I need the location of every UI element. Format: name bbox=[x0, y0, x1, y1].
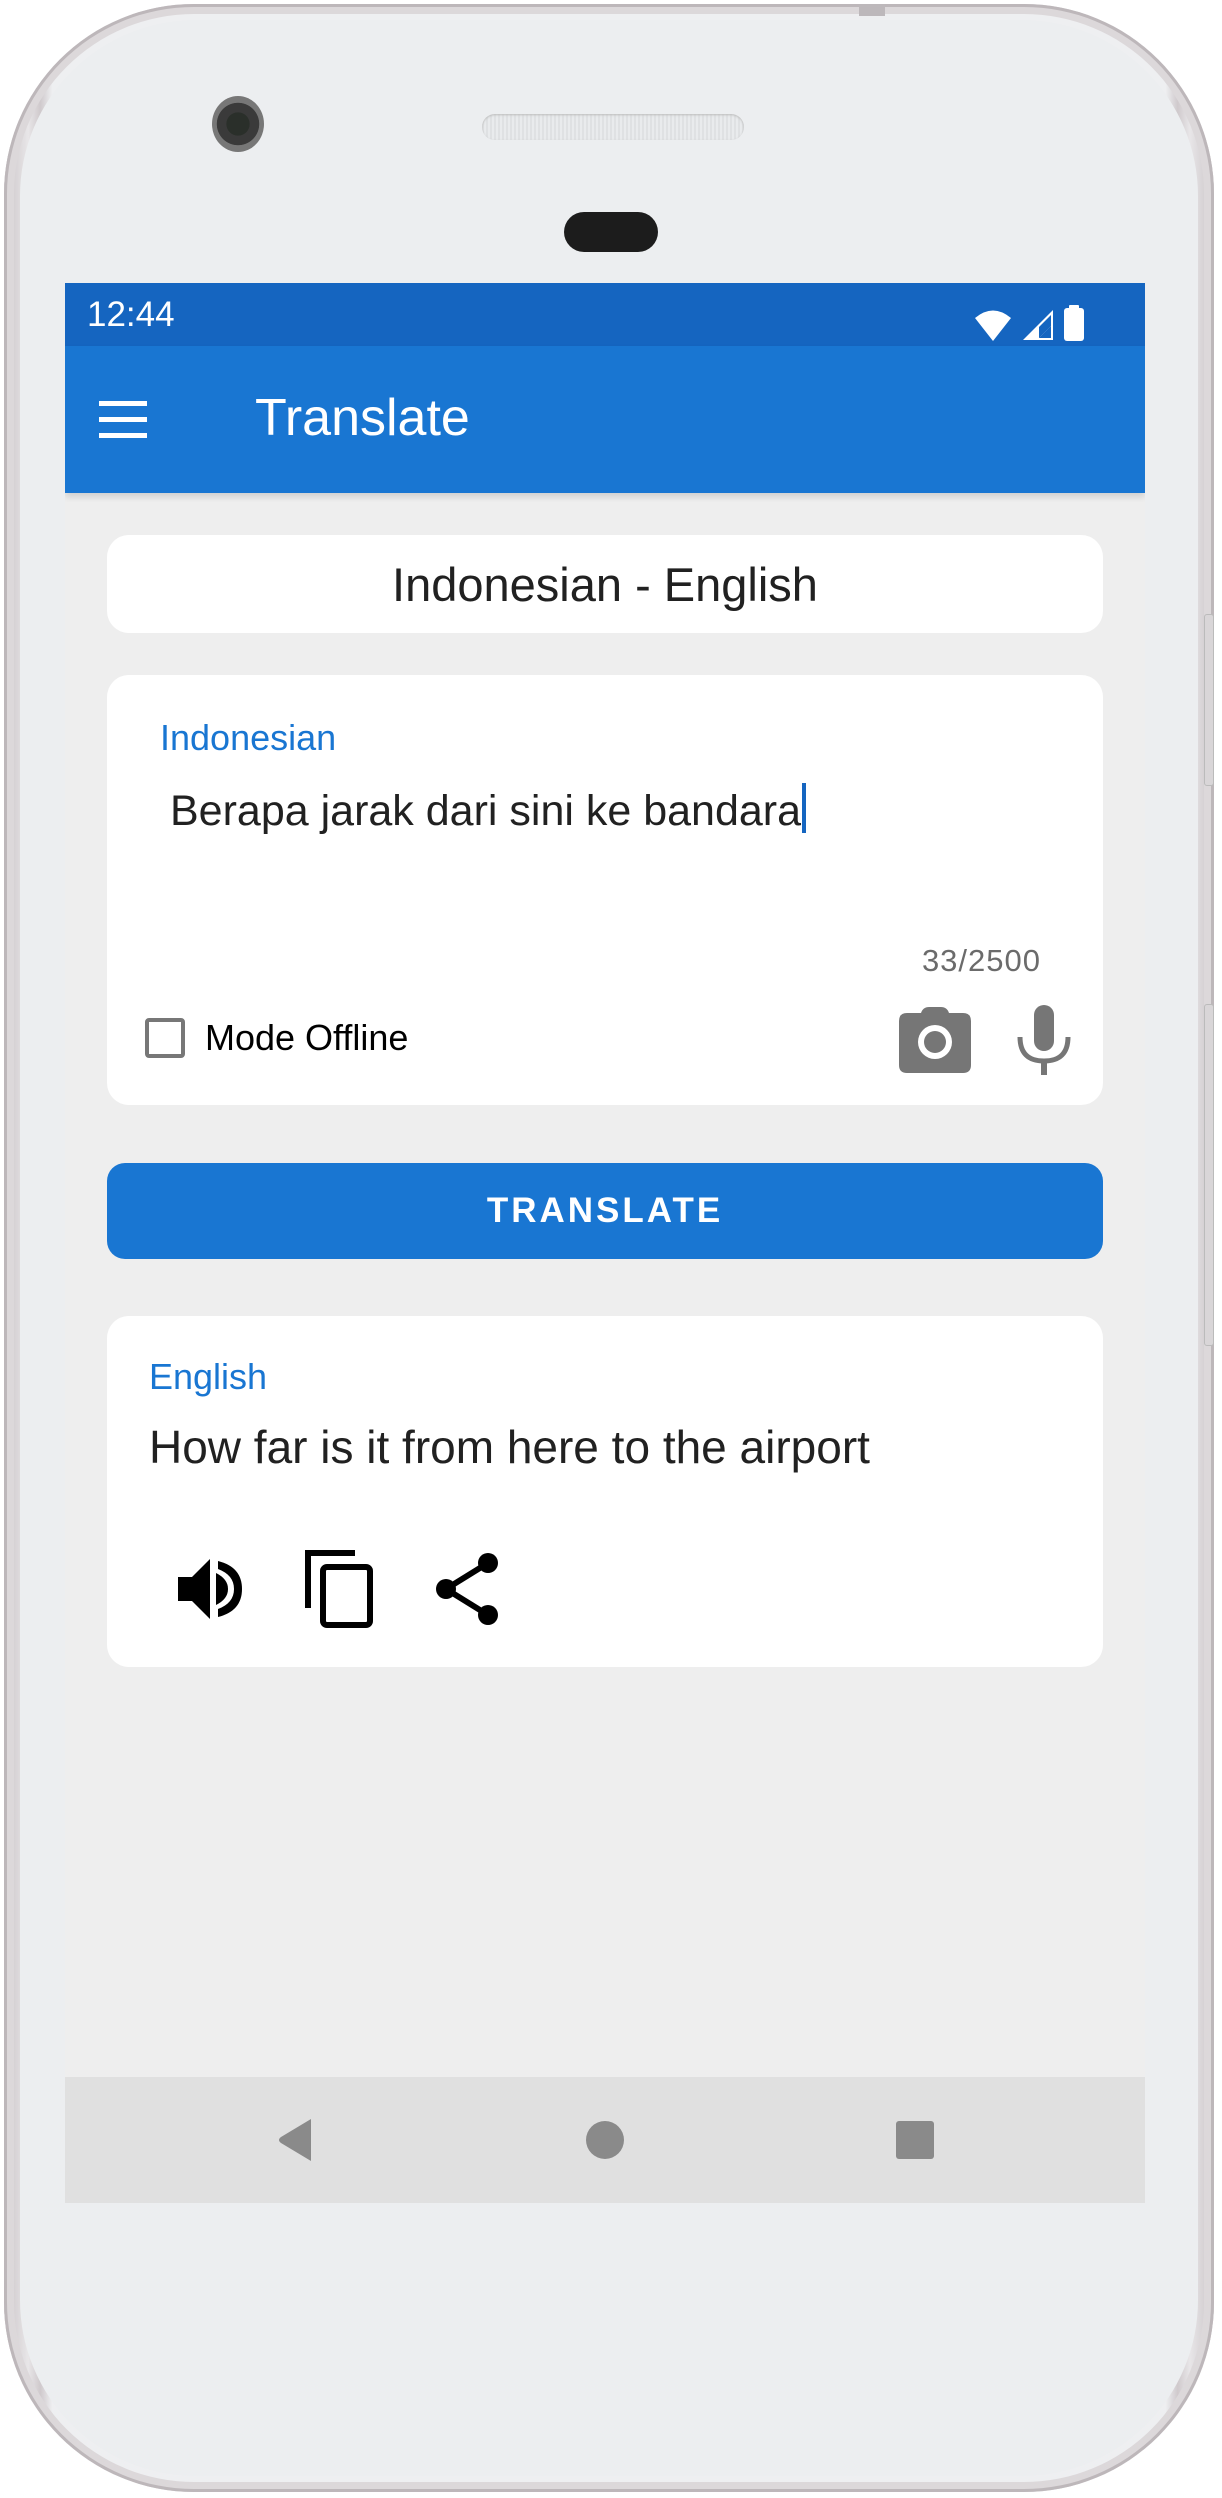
nav-back-button[interactable] bbox=[270, 2115, 320, 2165]
front-camera bbox=[212, 96, 264, 152]
toolbar-title: Translate bbox=[255, 389, 470, 447]
language-pair-selector[interactable]: Indonesian - English bbox=[107, 535, 1103, 633]
speaker-icon bbox=[178, 1559, 242, 1619]
camera-icon bbox=[899, 1007, 971, 1073]
home-circle-icon bbox=[586, 2121, 624, 2159]
menu-button[interactable] bbox=[95, 392, 151, 448]
system-nav-bar bbox=[65, 2077, 1145, 2203]
offline-mode-toggle[interactable]: Mode Offline bbox=[145, 1017, 408, 1059]
camera-button[interactable] bbox=[899, 1007, 971, 1073]
offline-mode-label: Mode Offline bbox=[205, 1017, 409, 1058]
microphone-button[interactable] bbox=[1017, 1005, 1071, 1075]
translated-text: How far is it from here to the airport bbox=[149, 1421, 870, 1473]
share-icon bbox=[436, 1553, 498, 1625]
status-time: 12:44 bbox=[87, 295, 175, 334]
nav-recents-button[interactable] bbox=[890, 2115, 940, 2165]
speak-button[interactable] bbox=[175, 1551, 247, 1627]
app-screen: 12:44 Translate Indonesian - English Ind… bbox=[65, 283, 1145, 2203]
hamburger-menu-icon bbox=[99, 401, 147, 438]
phone-volume-button bbox=[1204, 1004, 1214, 1346]
back-triangle-icon bbox=[279, 2119, 311, 2161]
status-bar: 12:44 bbox=[65, 283, 1145, 346]
nav-home-button[interactable] bbox=[580, 2115, 630, 2165]
output-actions bbox=[175, 1550, 503, 1628]
source-language-label: Indonesian bbox=[160, 717, 337, 758]
app-toolbar: Translate bbox=[65, 346, 1145, 493]
status-icons bbox=[973, 305, 1085, 341]
earpiece-speaker bbox=[482, 114, 744, 140]
translate-button[interactable]: TRANSLATE bbox=[107, 1163, 1103, 1259]
target-language-label: English bbox=[149, 1356, 268, 1397]
battery-icon bbox=[1064, 305, 1084, 341]
copy-button[interactable] bbox=[303, 1550, 375, 1628]
offline-mode-checkbox[interactable] bbox=[145, 1018, 185, 1058]
output-card: English How far is it from here to the a… bbox=[107, 1316, 1103, 1667]
text-cursor bbox=[802, 783, 807, 833]
phone-top-button bbox=[859, 4, 885, 16]
phone-power-button bbox=[1204, 614, 1214, 786]
source-text-input[interactable]: Berapa jarak dari sini ke bandara bbox=[170, 783, 807, 836]
wifi-icon bbox=[975, 310, 1011, 341]
copy-icon bbox=[305, 1550, 373, 1628]
source-text: Berapa jarak dari sini ke bandara bbox=[170, 787, 802, 835]
proximity-sensor bbox=[564, 212, 658, 252]
language-pair-label: Indonesian - English bbox=[392, 557, 818, 611]
character-counter: 33/2500 bbox=[921, 943, 1041, 978]
microphone-icon bbox=[1017, 1005, 1071, 1075]
input-card: Indonesian Berapa jarak dari sini ke ban… bbox=[107, 675, 1103, 1105]
cellular-signal-icon bbox=[1023, 310, 1053, 340]
share-button[interactable] bbox=[431, 1551, 503, 1627]
recents-square-icon bbox=[896, 2121, 934, 2159]
